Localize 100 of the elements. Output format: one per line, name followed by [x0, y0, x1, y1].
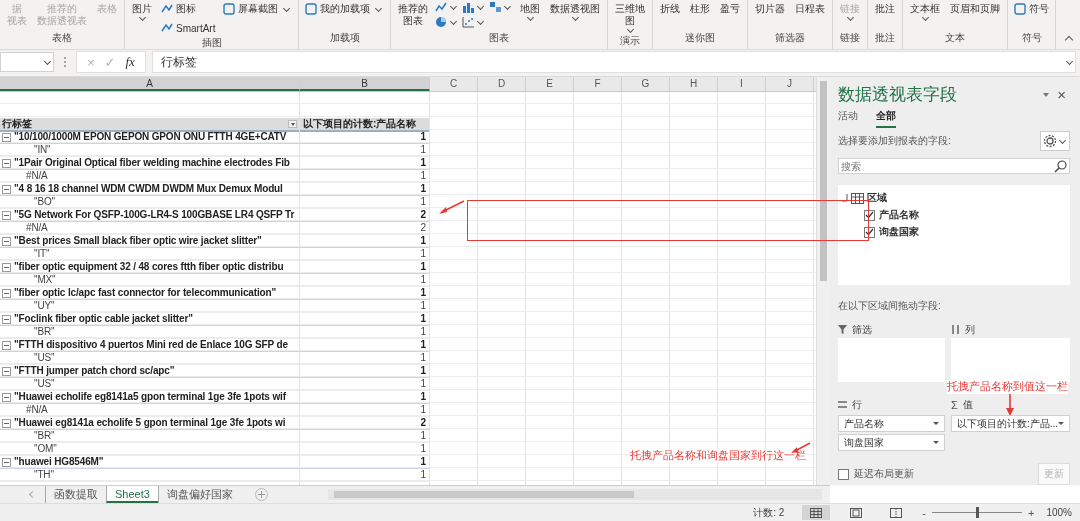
drop-area[interactable]: 产品名称 询盘国家 — [838, 413, 945, 457]
field-chip[interactable]: 询盘国家 — [838, 434, 945, 451]
ribbon-button[interactable]: 数据透视图 — [547, 0, 604, 22]
pivot-row-label[interactable]: "BR" — [34, 430, 55, 442]
checkbox[interactable] — [864, 226, 875, 238]
pivot-row-label[interactable]: "5G Network For QSFP-100G-LR4-S 100GBASE LR4 QSFP Tr — [14, 209, 295, 221]
collapse-icon[interactable] — [2, 457, 11, 467]
pivot-row-label[interactable]: "OM" — [34, 443, 57, 455]
ribbon-button[interactable]: 我的加载项 — [303, 0, 387, 18]
column-header[interactable]: E — [526, 77, 574, 91]
column-header[interactable]: I — [718, 77, 766, 91]
ribbon-button[interactable]: 切片器 — [752, 0, 789, 15]
pivot-row-label[interactable]: #N/A — [26, 170, 48, 182]
collapse-icon[interactable] — [2, 314, 11, 324]
formula-field[interactable]: 行标签 — [151, 51, 1076, 73]
column-header[interactable]: J — [766, 77, 814, 91]
pivot-row-label[interactable]: "10/100/1000M EPON GEPON GPON ONU FTTH 4GE+CATV — [14, 131, 287, 143]
column-header[interactable]: B — [300, 77, 430, 91]
pivot-row-label[interactable]: "BR" — [34, 326, 55, 338]
pivot-row-label[interactable]: "MX" — [34, 274, 56, 286]
pivot-row-label[interactable]: "Foclink fiber optic cable jacket slitter" — [14, 313, 193, 325]
dropdown-icon[interactable] — [1043, 92, 1050, 97]
view-button[interactable] — [802, 505, 831, 520]
pane-tab[interactable]: 全部 — [876, 109, 896, 128]
collapse-icon[interactable] — [2, 210, 11, 220]
ribbon-button[interactable]: 图片 — [129, 0, 155, 22]
collapse-icon[interactable] — [2, 392, 11, 402]
collapse-icon[interactable] — [2, 262, 11, 272]
column-header[interactable]: D — [478, 77, 526, 91]
column-header[interactable]: H — [670, 77, 718, 91]
ribbon-button[interactable]: 批注 — [872, 0, 899, 15]
pivot-row-label[interactable]: "FTTH dispositivo 4 puertos Mini red de Enlace 10G SFP de — [14, 339, 288, 351]
zoom-out-button[interactable]: - — [922, 506, 926, 519]
pivot-row-label[interactable]: "US" — [34, 352, 55, 364]
ribbon-button[interactable]: 文本框 — [907, 0, 944, 22]
ribbon-button[interactable]: SmartArt — [159, 20, 218, 36]
column-header[interactable]: F — [574, 77, 622, 91]
ribbon-button[interactable]: 日程表 — [792, 0, 829, 15]
pivot-row-label[interactable]: "IN" — [34, 144, 51, 156]
pivot-row-label[interactable]: "BO" — [34, 196, 55, 208]
collapse-icon[interactable] — [2, 184, 11, 194]
insert-function-button[interactable]: fx — [125, 54, 135, 70]
filter-dropdown-icon[interactable] — [288, 120, 297, 128]
vertical-scrollbar[interactable] — [816, 77, 830, 485]
close-button[interactable]: × — [1057, 86, 1066, 103]
field-chip[interactable]: 以下项目的计数:产品... — [950, 415, 1070, 432]
collapse-icon[interactable] — [2, 418, 11, 428]
pivot-row-label[interactable]: "TH" — [34, 469, 54, 481]
pivot-row-label[interactable]: "4 8 16 18 channel WDM CWDM DWDM Mux Demux Modul — [14, 183, 283, 195]
drop-area[interactable]: 以下项目的计数:产品... — [950, 413, 1070, 457]
settings-button[interactable] — [1040, 131, 1070, 151]
column-header[interactable]: A — [0, 77, 300, 91]
pivot-row-label[interactable]: "Huawei eg8141a echolife 5 gpon terminal 1ge 3fe 1pots wi — [14, 417, 286, 429]
horizontal-scrollbar[interactable] — [327, 489, 822, 500]
zoom-in-button[interactable]: + — [1028, 506, 1035, 519]
field-chip[interactable]: 产品名称 — [838, 415, 945, 432]
pivot-row-label[interactable]: "huawei HG8546M" — [14, 456, 104, 468]
pivot-row-label[interactable]: "UY" — [34, 300, 55, 312]
collapse-icon[interactable] — [2, 132, 11, 142]
zoom-slider-thumb[interactable] — [976, 507, 979, 518]
pivot-row-label[interactable]: #N/A — [26, 222, 48, 234]
pivot-row-label[interactable]: "fiber optic lc/apc fast connector for telecommunication" — [14, 287, 277, 299]
pivot-row-label[interactable]: "1Pair Original Optical fiber welding machine electrodes Fib — [14, 157, 290, 169]
ribbon-button[interactable]: 页眉和页脚 — [947, 0, 1004, 15]
line-chart-icon — [435, 1, 449, 14]
ribbon-button[interactable]: 折线 — [657, 0, 684, 15]
ribbon-button[interactable]: 符号 — [1012, 0, 1052, 18]
pivot-row-label[interactable]: "fiber optic equipment 32 / 48 cores ftth fiber optic distribu — [14, 261, 284, 273]
ribbon-button[interactable]: 屏幕截图 — [221, 0, 295, 18]
checkbox[interactable] — [838, 468, 849, 480]
page-icon — [850, 507, 863, 518]
pivot-row-label[interactable]: "Huawei echolife eg8141a5 gpon terminal 1ge 3fe 1pots wif — [14, 391, 286, 403]
collapse-icon[interactable] — [2, 236, 11, 246]
ribbon-button[interactable]: 图标 — [159, 0, 218, 18]
field-name[interactable]: 产品名称 — [879, 208, 919, 222]
collapse-icon[interactable] — [2, 366, 11, 376]
dots-icon — [63, 56, 67, 68]
column-header[interactable]: C — [430, 77, 478, 91]
pivot-row-label[interactable]: "IT" — [34, 248, 50, 260]
filter-icon — [838, 325, 847, 334]
column-header[interactable]: G — [622, 77, 670, 91]
pivot-row-label[interactable]: "FTTH jumper patch chord sc/apc" — [14, 365, 175, 377]
checkbox[interactable] — [864, 209, 875, 221]
ribbon-button[interactable]: 推荐的 图表 — [395, 0, 432, 27]
ribbon-button[interactable]: 三维地 图 — [612, 0, 649, 34]
count-cell: 1 — [300, 287, 430, 300]
collapse-icon[interactable] — [2, 158, 11, 168]
collapse-icon[interactable] — [2, 340, 11, 350]
collapse-icon[interactable] — [2, 288, 11, 298]
field-name[interactable]: 询盘国家 — [879, 225, 919, 239]
pivot-row-label[interactable]: #N/A — [26, 404, 48, 416]
area-title: 列 — [964, 322, 975, 337]
ribbon-button[interactable]: 盈亏 — [717, 0, 744, 15]
ribbon-button[interactable]: 地图 — [517, 0, 544, 22]
pivot-row-label[interactable]: "Best prices Small black fiber optic wire jacket slitter" — [14, 235, 262, 247]
pane-title: 数据透视表字段 — [838, 84, 958, 106]
ribbon-button[interactable]: 柱形 — [687, 0, 714, 15]
sheet-tab[interactable]: Sheet3 — [106, 486, 158, 503]
pivot-row-label[interactable]: "US" — [34, 378, 55, 390]
pane-tab[interactable]: 活动 — [838, 109, 858, 128]
